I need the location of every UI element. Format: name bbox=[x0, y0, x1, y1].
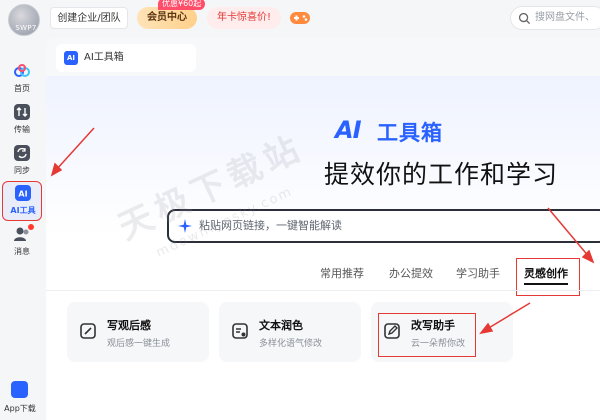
sidebar: 首页 传输 同步 AI AI工具 消息 bbox=[0, 38, 44, 420]
ai-tool-icon: AI bbox=[15, 185, 31, 201]
phone-icon bbox=[11, 381, 28, 398]
search-input[interactable]: 搜网盘文件、 bbox=[535, 7, 595, 29]
top-bar: SWP7 创建企业/团队 会员中心 优惠¥60起 年卡惊喜价! 搜网盘文件、 bbox=[0, 0, 600, 38]
sidebar-item-label: 传输 bbox=[14, 125, 30, 134]
hero-logo: AI 工具箱 bbox=[335, 116, 495, 145]
category-tab-recommended[interactable]: 常用推荐 bbox=[320, 265, 364, 281]
avatar[interactable]: SWP7 bbox=[8, 4, 40, 36]
card-title: 文本润色 bbox=[259, 319, 303, 332]
avatar-text: SWP7 bbox=[15, 24, 37, 32]
transfer-icon bbox=[14, 104, 30, 120]
sidebar-item-label: 消息 bbox=[14, 247, 30, 256]
svg-text:AI: AI bbox=[18, 190, 27, 199]
gamepad-icon[interactable] bbox=[289, 9, 311, 27]
annotation-box-card bbox=[378, 313, 476, 357]
sidebar-item-home[interactable]: 首页 bbox=[2, 60, 42, 100]
card-subtitle: 多样化语气修改 bbox=[259, 339, 323, 349]
sidebar-item-ai-tool[interactable]: AI AI工具 bbox=[2, 181, 42, 221]
sync-icon bbox=[14, 145, 30, 161]
sparkle-icon bbox=[178, 219, 192, 233]
tab-strip: AI AI工具箱 bbox=[46, 38, 600, 76]
hero-logo-ai: AI bbox=[335, 116, 361, 144]
app-download-button[interactable]: App下载 bbox=[0, 378, 40, 418]
edit-note-icon bbox=[80, 323, 96, 339]
tool-card-polish[interactable]: 文本润色 多样化语气修改 bbox=[219, 302, 361, 362]
search-icon bbox=[518, 12, 531, 25]
create-team-button[interactable]: 创建企业/团队 bbox=[50, 7, 128, 29]
hero-title: 提效你的工作和学习 bbox=[324, 160, 559, 189]
sidebar-item-transfer[interactable]: 传输 bbox=[2, 101, 42, 141]
year-card-button[interactable]: 年卡惊喜价! bbox=[207, 7, 281, 29]
tab-label: AI工具箱 bbox=[84, 52, 124, 63]
member-center-button[interactable]: 会员中心 bbox=[137, 7, 197, 29]
category-tab-study[interactable]: 学习助手 bbox=[456, 265, 500, 281]
link-input[interactable]: 粘贴网页链接，一键智能解读 bbox=[199, 211, 342, 241]
app-download-label: App下载 bbox=[4, 404, 36, 413]
notification-dot bbox=[28, 224, 34, 230]
sidebar-item-sync[interactable]: 同步 bbox=[2, 142, 42, 182]
home-cloud-icon bbox=[14, 64, 30, 77]
category-divider bbox=[46, 290, 600, 291]
offer-badge: 优惠¥60起 bbox=[158, 0, 206, 10]
tool-card-review[interactable]: 写观后感 观后感一键生成 bbox=[67, 302, 209, 362]
sidebar-item-message[interactable]: 消息 bbox=[2, 223, 42, 263]
polish-text-icon bbox=[232, 323, 248, 339]
tab-ai-toolbox[interactable]: AI AI工具箱 bbox=[56, 44, 196, 72]
card-subtitle: 观后感一键生成 bbox=[107, 339, 171, 349]
sidebar-item-label: 首页 bbox=[14, 84, 30, 93]
sidebar-item-label: AI工具 bbox=[10, 206, 36, 215]
link-input-box[interactable]: 粘贴网页链接，一键智能解读 bbox=[167, 209, 600, 243]
search-box[interactable]: 搜网盘文件、 bbox=[510, 6, 600, 30]
sidebar-item-label: 同步 bbox=[14, 166, 30, 175]
card-title: 写观后感 bbox=[107, 319, 151, 332]
category-tab-office[interactable]: 办公提效 bbox=[389, 265, 433, 281]
hero-logo-text: 工具箱 bbox=[377, 121, 443, 145]
ai-toolbox-icon: AI bbox=[64, 51, 78, 65]
